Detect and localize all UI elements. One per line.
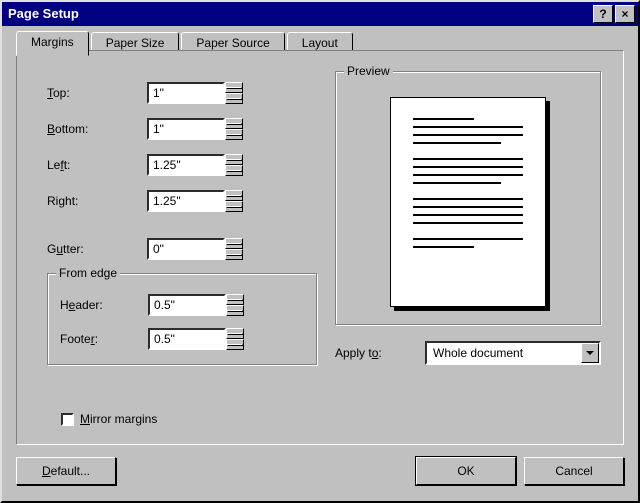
cancel-button[interactable]: Cancel: [524, 457, 624, 485]
left-spinner[interactable]: [147, 154, 243, 176]
label-bottom: Bottom:: [47, 122, 147, 136]
dialog-title: Page Setup: [8, 2, 79, 26]
spin-down-icon[interactable]: [225, 93, 243, 104]
close-button[interactable]: ×: [615, 5, 635, 23]
label-left: Left:: [47, 158, 147, 172]
from-edge-group: From edge Header: Footer:: [47, 273, 317, 365]
spin-down-icon[interactable]: [225, 201, 243, 212]
label-top: Top:: [47, 86, 147, 100]
spin-down-icon[interactable]: [225, 249, 243, 260]
mirror-margins-row[interactable]: Mirror margins: [61, 412, 157, 426]
spin-up-icon[interactable]: [226, 294, 244, 305]
spin-down-icon[interactable]: [226, 339, 244, 350]
page-setup-dialog: Page Setup ? × Margins Paper Size Paper …: [0, 0, 640, 503]
ok-button[interactable]: OK: [416, 457, 516, 485]
apply-to-value: Whole document: [427, 343, 581, 363]
spin-up-icon[interactable]: [225, 154, 243, 165]
spin-up-icon[interactable]: [226, 328, 244, 339]
button-bar: Default... OK Cancel: [16, 457, 624, 487]
mirror-checkbox[interactable]: [61, 413, 74, 426]
chevron-down-icon[interactable]: [581, 343, 599, 363]
spin-down-icon[interactable]: [225, 165, 243, 176]
bottom-spinner[interactable]: [147, 118, 243, 140]
right-spinner[interactable]: [147, 190, 243, 212]
spin-down-icon[interactable]: [225, 129, 243, 140]
tab-margins[interactable]: Margins: [16, 31, 89, 56]
preview-group: Preview: [335, 71, 601, 325]
gutter-spinner[interactable]: [147, 238, 243, 260]
bottom-input[interactable]: [147, 118, 225, 140]
from-edge-legend: From edge: [56, 266, 120, 280]
default-button[interactable]: Default...: [16, 457, 116, 485]
label-footer: Footer:: [60, 332, 148, 346]
header-input[interactable]: [148, 294, 226, 316]
right-input[interactable]: [147, 190, 225, 212]
left-input[interactable]: [147, 154, 225, 176]
spin-up-icon[interactable]: [225, 190, 243, 201]
spin-up-icon[interactable]: [225, 118, 243, 129]
top-spinner[interactable]: [147, 82, 243, 104]
top-input[interactable]: [147, 82, 225, 104]
title-bar: Page Setup ? ×: [2, 2, 638, 26]
gutter-input[interactable]: [147, 238, 225, 260]
label-gutter: Gutter:: [47, 242, 147, 256]
spin-up-icon[interactable]: [225, 82, 243, 93]
header-spinner[interactable]: [148, 294, 244, 316]
footer-spinner[interactable]: [148, 328, 244, 350]
label-header: Header:: [60, 298, 148, 312]
mirror-label: Mirror margins: [80, 412, 157, 426]
page-preview: [390, 97, 546, 307]
help-button[interactable]: ?: [593, 5, 613, 23]
preview-column: Preview Apply to: Whole: [335, 71, 601, 365]
footer-input[interactable]: [148, 328, 226, 350]
label-right: Right:: [47, 194, 147, 208]
label-apply-to: Apply to:: [335, 346, 425, 360]
preview-legend: Preview: [344, 64, 393, 78]
spin-down-icon[interactable]: [226, 305, 244, 316]
spin-up-icon[interactable]: [225, 238, 243, 249]
margins-form: Top: Bottom: Left:: [47, 75, 317, 365]
apply-to-combo[interactable]: Whole document: [425, 341, 601, 365]
tab-content: Top: Bottom: Left:: [16, 50, 624, 445]
